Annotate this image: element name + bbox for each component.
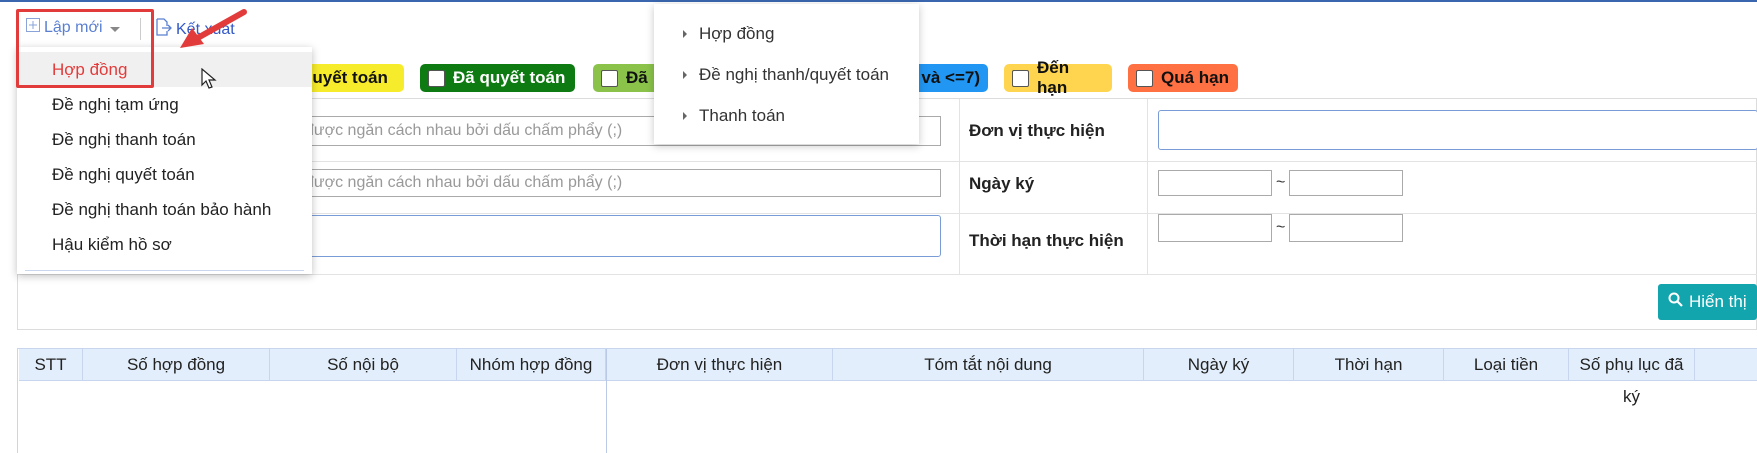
menu-item-hau-kiem-ho-so[interactable]: Hậu kiểm hồ sơ [17,227,312,262]
floating-menu-item-hop-dong[interactable]: Hợp đồng [654,13,919,54]
range-separator: ~ [1276,174,1286,191]
range-separator: ~ [1276,219,1286,236]
new-button-label: Lập mới [44,18,103,36]
status-chip-label: Đến hạn [1036,58,1070,97]
don-vi-thuc-hien-label: Đơn vị thực hiện [969,121,1105,140]
status-chip-quyet-toan[interactable]: quyết toán [296,64,404,92]
checkbox[interactable] [428,69,445,87]
floating-menu-item-label: Thanh toán [699,106,786,125]
ngay-ky-from-input[interactable] [1158,170,1272,196]
caret-right-icon [683,71,687,79]
export-button[interactable]: Kết xuất [154,18,235,41]
floating-menu-item-de-nghi-thanh-quyet-toan[interactable]: Đề nghị thanh/quyết toán [654,54,919,95]
show-button[interactable]: Hiển thị [1658,284,1757,320]
new-button[interactable]: Lập mới [26,18,120,37]
thoi-han-from-input[interactable] [1158,214,1272,242]
column-header-stt[interactable]: STT [19,349,83,381]
search-icon [1668,292,1683,312]
floating-menu-item-thanh-toan[interactable]: Thanh toán [654,95,919,136]
summary-input[interactable] [300,215,941,257]
status-chip-label: Đã quyết toán [453,68,566,87]
menu-divider [25,270,304,271]
column-header-don-vi-thuc-hien[interactable]: Đơn vị thực hiện [607,349,833,381]
status-chip-da[interactable]: Đã [593,64,663,92]
column-header-ngay-ky[interactable]: Ngày ký [1144,349,1294,381]
export-icon [154,18,172,41]
top-border [0,0,1757,2]
menu-item-de-nghi-quyet-toan[interactable]: Đề nghị quyết toán [17,157,312,192]
status-chip-label: Quá hạn [1161,68,1230,87]
ngay-ky-label: Ngày ký [969,174,1035,193]
plus-square-icon [26,18,40,37]
status-chip-den-han[interactable]: Đến hạn [1004,58,1112,97]
checkbox[interactable] [601,69,618,87]
floating-menu-item-label: Hợp đồng [699,24,775,43]
column-header-so-noi-bo[interactable]: Số nội bộ [270,349,457,381]
thoi-han-thuc-hien-label: Thời hạn thực hiện [969,231,1124,250]
form-row-divider [18,274,1757,275]
menu-item-de-nghi-thanh-toan-bao-hanh[interactable]: Đề nghị thanh toán bảo hành [17,192,312,227]
column-header-thoi-han[interactable]: Thời hạn [1294,349,1444,381]
ngay-ky-to-input[interactable] [1289,170,1403,196]
column-header-blank [1695,349,1757,381]
form-col-divider [1147,99,1148,274]
status-chip-label: quyết toán [302,68,388,87]
export-button-label: Kết xuất [176,20,235,38]
input-placeholder: được ngăn cách nhau bởi dấu chấm phẩy (;… [305,122,623,139]
status-chip-label: Đã [626,68,648,87]
new-dropdown-menu: Hợp đồng Đề nghị tạm ứng Đề nghị thanh t… [17,47,312,274]
floating-menu-item-label: Đề nghị thanh/quyết toán [699,65,889,84]
column-header-so-hop-dong[interactable]: Số hợp đồng [83,349,270,381]
don-vi-thuc-hien-input[interactable] [1158,110,1757,150]
menu-item-de-nghi-tam-ung[interactable]: Đề nghị tạm ứng [17,87,312,122]
menu-item-de-nghi-thanh-toan[interactable]: Đề nghị thanh toán [17,122,312,157]
column-header-tom-tat-noi-dung[interactable]: Tóm tắt nội dung [833,349,1144,381]
form-col-divider [959,99,960,274]
column-header-loai-tien[interactable]: Loại tiền [1444,349,1569,381]
status-chip-da-quyet-toan[interactable]: Đã quyết toán [420,64,575,92]
mouse-pointer-icon [201,68,217,89]
column-header-nhom-hop-dong[interactable]: Nhóm hợp đồng [457,349,606,381]
caret-right-icon [683,112,687,120]
frozen-column-divider [606,349,607,453]
internal-number-input[interactable]: được ngăn cách nhau bởi dấu chấm phẩy (;… [300,169,941,197]
input-placeholder: được ngăn cách nhau bởi dấu chấm phẩy (;… [305,174,623,191]
chevron-down-icon [109,27,120,32]
checkbox[interactable] [1136,69,1153,87]
status-chip-label: và <=7) [921,68,980,87]
show-button-label: Hiển thị [1689,292,1747,311]
checkbox[interactable] [1012,69,1029,87]
toolbar-separator [140,18,141,40]
menu-item-hop-dong[interactable]: Hợp đồng [17,52,312,87]
floating-menu: Hợp đồng Đề nghị thanh/quyết toán Thanh … [654,4,919,144]
status-chip-qua-han[interactable]: Quá hạn [1128,64,1238,92]
caret-right-icon [683,30,687,38]
column-header-so-phu-luc[interactable]: Số phụ lục đã ký [1569,349,1695,406]
thoi-han-to-input[interactable] [1289,214,1403,242]
